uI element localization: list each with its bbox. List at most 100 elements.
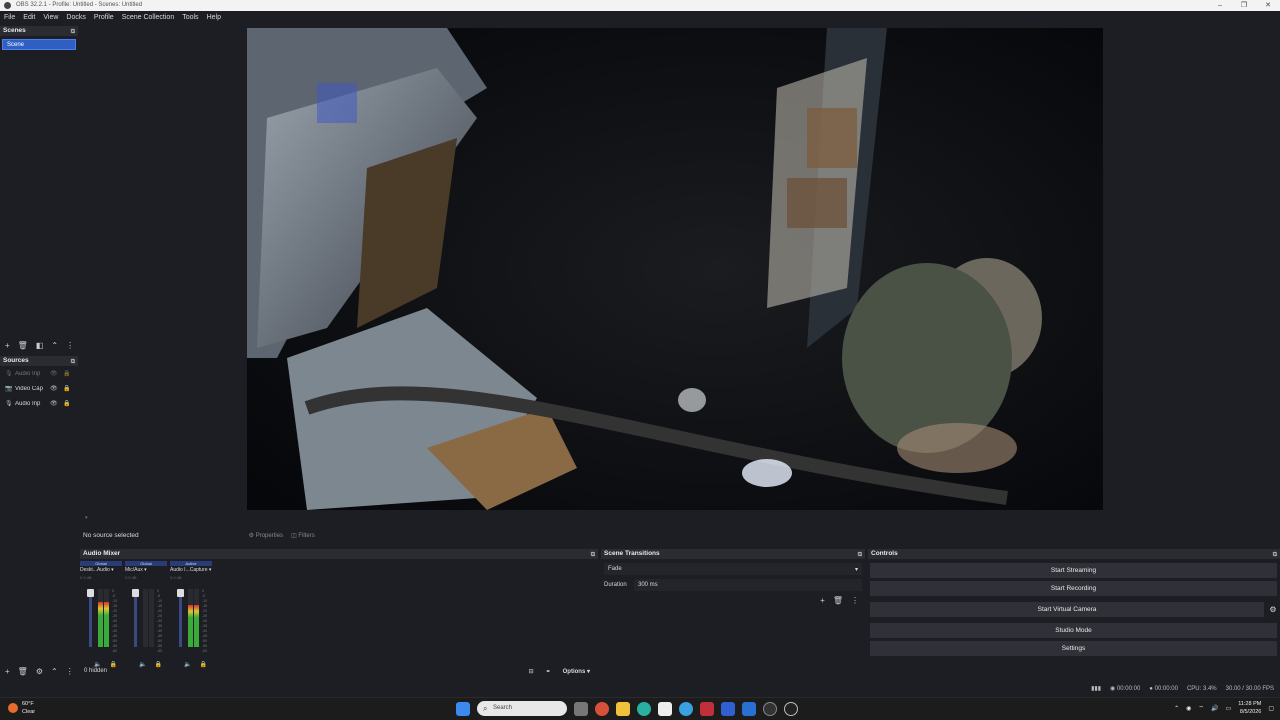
lock-icon[interactable]: 🔒 <box>63 370 70 377</box>
status-bar: ▮▮▮ ◉ 00:00:00 ● 00:00:00 CPU: 3.4% 30.0… <box>0 681 1280 696</box>
menu-tools[interactable]: Tools <box>182 14 198 21</box>
menu-profile[interactable]: Profile <box>94 14 114 21</box>
fader-knob[interactable] <box>132 589 139 597</box>
channel-name[interactable]: Audio I...Capture ▾ <box>170 566 212 575</box>
source-item[interactable]: 🎙 Audio Inp 👁 🔒 <box>0 366 78 381</box>
more-icon[interactable]: ⋮ <box>66 667 74 676</box>
studio-mode-button[interactable]: Studio Mode <box>870 623 1277 638</box>
volume-icon[interactable]: 🔊 <box>1211 705 1218 712</box>
scenes-title: Scenes <box>3 27 26 34</box>
fader-knob[interactable] <box>177 589 184 597</box>
chrome-icon[interactable] <box>595 701 609 716</box>
app-icon[interactable] <box>721 701 735 716</box>
remove-source-icon[interactable]: 🗑 <box>18 667 28 676</box>
start-virtual-camera-button[interactable]: Start Virtual Camera <box>870 602 1264 617</box>
add-transition-icon[interactable]: + <box>820 596 825 605</box>
menu-docks[interactable]: Docks <box>66 14 85 21</box>
lock-icon[interactable]: 🔒 <box>63 385 70 392</box>
volume-fader[interactable] <box>87 589 94 647</box>
link-icon[interactable]: ⚭ <box>546 668 551 675</box>
scene-toolbar: + 🗑 ◧ ⌃ ⋮ <box>0 338 78 352</box>
more-icon[interactable]: ⋮ <box>851 596 859 605</box>
stream-time: ◉ 00:00:00 <box>1110 686 1141 692</box>
network-icon[interactable]: ◉ <box>1186 705 1191 712</box>
meter-fill <box>104 601 109 647</box>
volume-fader[interactable] <box>177 589 184 647</box>
start-icon[interactable] <box>456 701 470 716</box>
float-dock-icon[interactable]: ⧉ <box>71 27 75 37</box>
more-icon[interactable]: ⋮ <box>66 341 74 350</box>
properties-bar: No source selected ⚙ Properties ◫ Filter… <box>80 528 1280 542</box>
window-title: OBS 32.2.1 - Profile: Untitled - Scenes:… <box>16 2 143 8</box>
notification-icon[interactable]: ▢ <box>1268 705 1274 712</box>
level-meter-right <box>194 589 199 647</box>
float-dock-icon[interactable]: ⧉ <box>1273 550 1277 560</box>
maximize-button[interactable]: ❐ <box>1232 0 1256 11</box>
visibility-eye-icon[interactable]: 👁 <box>50 370 58 377</box>
mail-icon[interactable] <box>742 701 756 716</box>
scene-filters-icon[interactable]: ◧ <box>36 341 44 350</box>
scene-item[interactable]: Scene <box>2 39 76 50</box>
start-streaming-button[interactable]: Start Streaming <box>870 563 1277 578</box>
filters-button[interactable]: ◫ Filters <box>291 532 315 539</box>
menu-file[interactable]: File <box>4 14 15 21</box>
gear-icon[interactable]: ⚙ <box>1266 599 1280 620</box>
float-dock-icon[interactable]: ⧉ <box>591 550 595 560</box>
float-dock-icon[interactable]: ⧉ <box>858 550 862 560</box>
video-preview[interactable] <box>247 28 1103 510</box>
source-item[interactable]: 📷 Video Cap 👁 🔒 <box>0 381 78 396</box>
channel-db: 0.0 dB <box>170 575 182 580</box>
security-icon[interactable] <box>700 701 714 716</box>
obs-taskbar-icon[interactable] <box>784 701 798 716</box>
properties-button[interactable]: ⚙ Properties <box>249 532 283 539</box>
fader-knob[interactable] <box>87 589 94 597</box>
battery-icon[interactable]: ▭ <box>1226 705 1232 712</box>
close-button[interactable]: ✕ <box>1256 0 1280 11</box>
filter-icon: ◫ <box>291 532 297 539</box>
lock-icon[interactable]: 🔒 <box>63 400 70 407</box>
clock[interactable]: 11:28 PM 8/5/2026 <box>1238 700 1261 716</box>
wifi-icon[interactable]: ⌔ <box>1198 704 1204 712</box>
context-bar: ▾ <box>80 512 1280 523</box>
context-dropdown-icon[interactable]: ▾ <box>85 515 88 521</box>
volume-fader[interactable] <box>132 589 139 647</box>
camera-feed-image <box>247 28 1103 510</box>
options-button[interactable]: Options ▾ <box>563 668 590 675</box>
store-icon[interactable] <box>658 701 672 716</box>
menu-help[interactable]: Help <box>207 14 221 21</box>
menu-edit[interactable]: Edit <box>23 14 35 21</box>
scenes-dock: Scenes ⧉ Scene <box>0 26 78 352</box>
source-item[interactable]: 🎙 Audio Inp 👁 🔒 <box>0 396 78 411</box>
transition-select[interactable]: Fade ▾ <box>604 563 862 575</box>
remove-transition-icon[interactable]: 🗑 <box>833 596 843 605</box>
channel-name[interactable]: Deskt...Audio ▾ <box>80 566 122 575</box>
duration-input[interactable]: 300 ms <box>634 579 862 591</box>
remove-scene-icon[interactable]: 🗑 <box>18 341 28 350</box>
mixer-layout-icon[interactable]: ⊟ <box>529 668 534 675</box>
menu-view[interactable]: View <box>43 14 58 21</box>
edge-icon[interactable] <box>637 701 651 716</box>
channel-name[interactable]: Mic/Aux ▾ <box>125 566 167 575</box>
settings-button[interactable]: Settings <box>870 641 1277 656</box>
mixer-channel: Active Audio I...Capture ▾ 0.0 dB 🔈 🔒 0 -5 -10-… <box>170 561 212 668</box>
start-recording-button[interactable]: Start Recording <box>870 581 1277 596</box>
menu-scene-collection[interactable]: Scene Collection <box>122 14 175 21</box>
minimize-button[interactable]: – <box>1208 0 1232 11</box>
visibility-eye-icon[interactable]: 👁 <box>50 385 58 392</box>
channel-db: 0.0 dB <box>80 575 92 580</box>
help-icon[interactable] <box>679 701 693 716</box>
transitions-title: Scene Transitions <box>604 550 660 557</box>
task-view-icon[interactable] <box>574 701 588 716</box>
move-up-icon[interactable]: ⌃ <box>51 667 58 676</box>
search-box[interactable]: Search <box>477 701 567 716</box>
file-explorer-icon[interactable] <box>616 701 630 716</box>
meter-fill <box>98 601 103 647</box>
chevron-up-icon[interactable]: ⌃ <box>1174 705 1179 712</box>
media-icon[interactable] <box>763 701 777 716</box>
add-scene-icon[interactable]: + <box>5 341 10 350</box>
source-settings-icon[interactable]: ⚙ <box>36 667 43 676</box>
visibility-eye-icon[interactable]: 👁 <box>50 400 58 407</box>
move-up-icon[interactable]: ⌃ <box>51 341 58 350</box>
fps-readout: 30.00 / 30.00 FPS <box>1225 685 1274 692</box>
weather-widget[interactable]: 60°F Clear <box>8 700 35 716</box>
